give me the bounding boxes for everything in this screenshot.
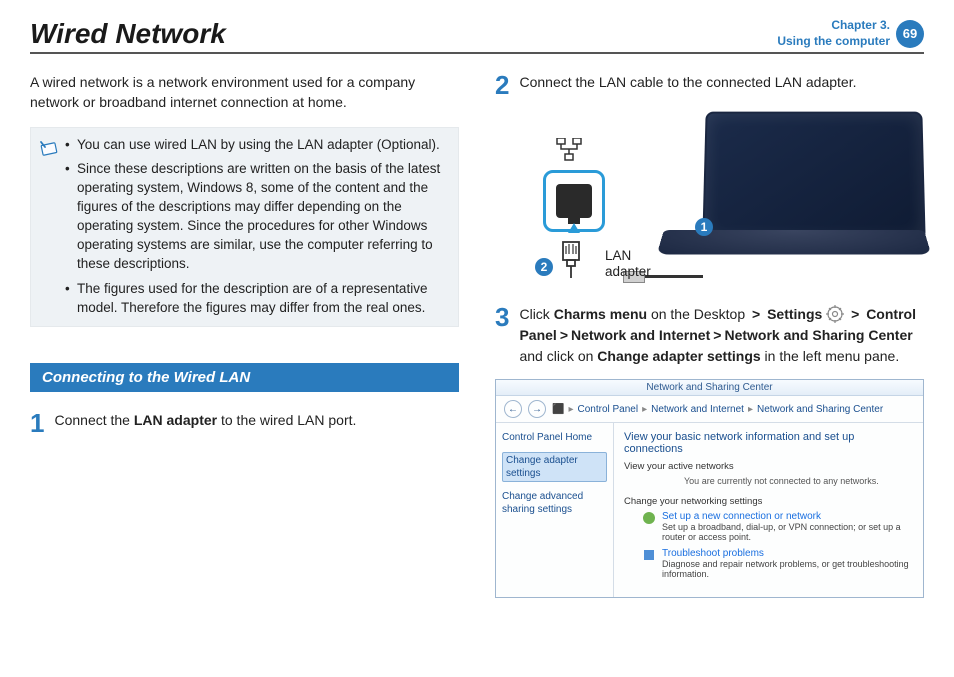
- step-text: and click on: [519, 348, 597, 364]
- task-title: Troubleshoot problems: [662, 548, 913, 559]
- label-line: LAN: [605, 248, 651, 264]
- figure-lan-adapter: 1 2 LAN adapter: [495, 110, 924, 300]
- chapter-title: Using the computer: [777, 34, 890, 50]
- separator: ▸: [748, 404, 753, 415]
- separator: >: [710, 327, 724, 343]
- step-bold: LAN adapter: [134, 412, 217, 428]
- separator: ▸: [568, 404, 573, 415]
- troubleshoot-icon: [642, 548, 656, 562]
- lan-plug-icon: [557, 240, 585, 280]
- page-title: Wired Network: [30, 18, 226, 50]
- laptop-illustration: [664, 110, 924, 270]
- side-link-home[interactable]: Control Panel Home: [502, 431, 607, 444]
- task-setup-connection[interactable]: Set up a new connection or network Set u…: [624, 511, 913, 542]
- forward-button[interactable]: →: [528, 400, 546, 418]
- separator: ▸: [642, 404, 647, 415]
- screenshot-network-sharing-center: Network and Sharing Center ← → ⬛ ▸ Contr…: [495, 379, 924, 598]
- main-panel: View your basic network information and …: [614, 423, 923, 597]
- left-column: A wired network is a network environment…: [30, 72, 459, 598]
- step-2: 2 Connect the LAN cable to the connected…: [495, 72, 924, 98]
- note-item: Since these descriptions are written on …: [65, 160, 448, 273]
- crumb-item[interactable]: Network and Sharing Center: [757, 404, 883, 415]
- rj45-icon: [556, 184, 592, 218]
- note-item: You can use wired LAN by using the LAN a…: [65, 136, 448, 155]
- page-number-badge: 69: [896, 20, 924, 48]
- step-body: Connect the LAN adapter to the wired LAN…: [54, 410, 459, 436]
- lan-port-callout: [543, 170, 605, 232]
- step-bold: Settings: [767, 306, 822, 322]
- side-link-advanced-sharing[interactable]: Change advanced sharing settings: [502, 490, 607, 516]
- crumb-item[interactable]: Network and Internet: [651, 404, 744, 415]
- network-icon: [553, 138, 585, 164]
- panel-heading: View your basic network information and …: [624, 431, 913, 455]
- step-3: 3 Click Charms menu on the Desktop > Set…: [495, 304, 924, 367]
- side-panel: Control Panel Home Change adapter settin…: [496, 423, 614, 597]
- back-button[interactable]: ←: [504, 400, 522, 418]
- step-bold: Network and Sharing Center: [724, 327, 912, 343]
- note-item: The figures used for the description are…: [65, 280, 448, 318]
- chapter-info: Chapter 3. Using the computer: [777, 18, 890, 49]
- step-bold: Change adapter settings: [597, 348, 760, 364]
- task-desc: Diagnose and repair network problems, or…: [662, 559, 913, 579]
- step-body: Click Charms menu on the Desktop > Setti…: [519, 304, 924, 367]
- section-heading: Connecting to the Wired LAN: [30, 363, 459, 392]
- step-bold: Charms menu: [554, 306, 647, 322]
- content-columns: A wired network is a network environment…: [30, 72, 924, 598]
- step-bold: Network and Internet: [571, 327, 710, 343]
- right-column: 2 Connect the LAN cable to the connected…: [495, 72, 924, 598]
- side-link-change-adapter[interactable]: Change adapter settings: [502, 452, 607, 482]
- step-number: 1: [30, 410, 44, 436]
- toolbar: ← → ⬛ ▸ Control Panel ▸ Network and Inte…: [496, 396, 923, 423]
- chapter-number: Chapter 3.: [777, 18, 890, 34]
- step-body: Connect the LAN cable to the connected L…: [519, 72, 924, 98]
- window-title: Network and Sharing Center: [496, 380, 923, 396]
- header-right: Chapter 3. Using the computer 69: [777, 18, 924, 49]
- step-number: 2: [495, 72, 509, 98]
- page-header: Wired Network Chapter 3. Using the compu…: [30, 18, 924, 54]
- step-1: 1 Connect the LAN adapter to the wired L…: [30, 410, 459, 436]
- note-icon: [39, 136, 59, 318]
- label-line: adapter: [605, 264, 651, 280]
- lan-adapter-label: LAN adapter: [605, 248, 651, 280]
- separator: >: [749, 306, 763, 322]
- step-number: 3: [495, 304, 509, 367]
- note-list: You can use wired LAN by using the LAN a…: [65, 136, 448, 318]
- cable-illustration: [643, 275, 703, 278]
- step-text: to the wired LAN port.: [217, 412, 356, 428]
- step-text: on the Desktop: [647, 306, 749, 322]
- step-text: Click: [519, 306, 553, 322]
- window-body: Control Panel Home Change adapter settin…: [496, 423, 923, 597]
- gear-icon: [826, 305, 844, 323]
- callout-badge-1: 1: [695, 218, 713, 236]
- arrow-up-icon: [568, 223, 580, 233]
- callout-badge-2: 2: [535, 258, 553, 276]
- status-text: You are currently not connected to any n…: [624, 476, 913, 486]
- task-title: Set up a new connection or network: [662, 511, 913, 522]
- task-troubleshoot[interactable]: Troubleshoot problems Diagnose and repai…: [624, 548, 913, 579]
- separator: >: [557, 327, 571, 343]
- home-icon: ⬛: [552, 404, 564, 415]
- separator: >: [848, 306, 862, 322]
- connection-icon: [642, 511, 656, 525]
- crumb-item[interactable]: Control Panel: [577, 404, 638, 415]
- step-text: Connect the: [54, 412, 133, 428]
- panel-subheading: View your active networks: [624, 461, 913, 472]
- intro-text: A wired network is a network environment…: [30, 72, 459, 113]
- breadcrumb[interactable]: ⬛ ▸ Control Panel ▸ Network and Internet…: [552, 404, 883, 415]
- task-desc: Set up a broadband, dial-up, or VPN conn…: [662, 522, 913, 542]
- note-box: You can use wired LAN by using the LAN a…: [30, 127, 459, 327]
- panel-subheading: Change your networking settings: [624, 496, 913, 507]
- step-text: in the left menu pane.: [761, 348, 900, 364]
